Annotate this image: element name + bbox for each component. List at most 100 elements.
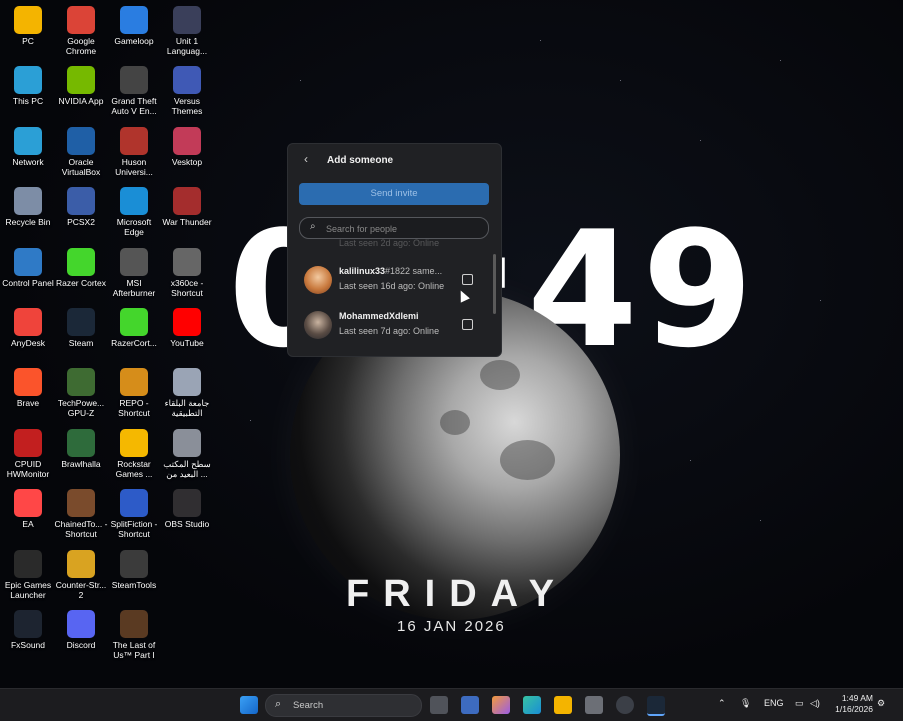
app-icon <box>67 549 95 578</box>
notification-icon[interactable]: ⚙ <box>877 698 885 709</box>
app-icon <box>173 308 201 336</box>
desktop-icon[interactable]: AnyDesk <box>0 308 56 348</box>
desktop-icon[interactable]: Microsoft Edge <box>106 187 162 237</box>
edge-icon[interactable] <box>523 696 541 714</box>
desktop-icon[interactable]: SteamTools <box>106 549 162 590</box>
desktop-icon[interactable]: FxSound <box>0 610 56 650</box>
user-status: Last seen 16d ago: Online <box>339 281 445 291</box>
app-icon <box>14 126 42 155</box>
file-explorer-icon[interactable] <box>554 696 572 714</box>
app-icon <box>67 126 95 155</box>
desktop-icon[interactable]: سطح المكتب البعيد من ... <box>159 428 215 479</box>
chevron-up-icon[interactable]: ⌃ <box>718 698 726 709</box>
desktop-icon[interactable]: Gameloop <box>106 6 162 46</box>
desktop-icon-label: AnyDesk <box>10 338 45 348</box>
back-arrow-icon[interactable]: ‹ <box>304 152 308 166</box>
app-icon <box>14 6 42 34</box>
steam-icon[interactable] <box>647 696 665 716</box>
app-icon <box>67 187 95 216</box>
desktop-icon[interactable]: This PC <box>0 66 56 106</box>
widgets-icon[interactable] <box>461 696 479 714</box>
desktop-icon[interactable]: War Thunder <box>159 187 215 227</box>
app-icon <box>67 368 95 397</box>
desktop-icon[interactable]: Control Panel <box>0 247 56 288</box>
desktop-icon[interactable]: Vesktop <box>159 126 215 167</box>
select-checkbox[interactable] <box>462 274 473 285</box>
desktop-icon[interactable]: PC <box>0 6 56 46</box>
desktop-icon[interactable]: Network <box>0 126 56 167</box>
desktop-icon[interactable]: Razer Cortex <box>53 247 109 288</box>
desktop-icon[interactable]: YouTube <box>159 308 215 348</box>
desktop-icon[interactable]: Brawlhalla <box>53 428 109 469</box>
desktop-icon[interactable]: PCSX2 <box>53 187 109 227</box>
list-item[interactable]: MohammedXdlemi Last seen 7d ago: Online <box>302 309 482 341</box>
scrollbar[interactable] <box>493 254 496 314</box>
desktop-icon[interactable]: OBS Studio <box>159 489 215 529</box>
desktop-icon-label: TechPowe... GPU-Z <box>57 398 105 419</box>
volume-icon[interactable]: ◁) <box>810 698 820 709</box>
desktop-icon[interactable]: Rockstar Games ... <box>106 428 162 479</box>
desktop-icon[interactable]: Grand Theft Auto V En... <box>106 66 162 116</box>
desktop-icon[interactable]: Versus Themes <box>159 66 215 116</box>
app-icon <box>173 6 201 34</box>
desktop-icon[interactable]: CPUID HWMonitor <box>0 428 56 479</box>
desktop-icon[interactable]: ChainedTo... - Shortcut <box>53 489 109 539</box>
app-icon <box>14 66 42 95</box>
desktop-icon-label: سطح المكتب البعيد من ... <box>163 458 211 479</box>
desktop-icon[interactable]: SplitFiction - Shortcut <box>106 489 162 539</box>
desktop-icon[interactable]: EA <box>0 489 56 529</box>
desktop-icon[interactable]: REPO - Shortcut <box>106 368 162 418</box>
wallpaper-date: 16 JAN 2026 <box>397 618 506 635</box>
taskbar-clock[interactable]: 1:49 AM 1/16/2026 <box>835 693 873 715</box>
list-item-partial[interactable]: Last seen 2d ago: Online <box>302 234 482 266</box>
desktop-icon-label: Brave <box>16 398 40 409</box>
desktop-icon[interactable]: Google Chrome <box>53 6 109 56</box>
desktop-icon[interactable]: Epic Games Launcher <box>0 549 56 600</box>
send-invite-button[interactable]: Send invite <box>299 183 489 205</box>
desktop-icon[interactable]: Huson Universi... <box>106 126 162 177</box>
app-icon <box>173 368 201 397</box>
network-icon[interactable]: ▭ <box>795 698 804 709</box>
desktop-icon-label: RazerCort... <box>111 338 157 348</box>
app-icon <box>120 247 148 276</box>
select-checkbox[interactable] <box>462 319 473 330</box>
desktop-icon-label: SteamTools <box>111 579 157 590</box>
microphone-icon[interactable]: 🎙 <box>740 698 751 709</box>
desktop-icon[interactable]: Oracle VirtualBox <box>53 126 109 177</box>
desktop-icon[interactable]: NVIDIA App <box>53 66 109 106</box>
app-icon <box>67 6 95 34</box>
app-icon <box>120 549 148 578</box>
app-icon <box>173 187 201 216</box>
desktop-icon[interactable]: Counter-Str... 2 <box>53 549 109 600</box>
search-icon: ⌕ <box>275 698 282 710</box>
app-icon <box>120 489 148 518</box>
desktop-icon[interactable]: TechPowe... GPU-Z <box>53 368 109 418</box>
copilot-icon[interactable] <box>492 696 510 714</box>
list-item[interactable]: kalilinux33#1822 same... Last seen 16d a… <box>302 264 482 296</box>
start-button[interactable] <box>240 696 258 714</box>
desktop-icon-label: OBS Studio <box>164 519 210 530</box>
desktop-icon[interactable]: The Last of Us™ Part I <box>106 610 162 660</box>
app-icon <box>67 428 95 457</box>
desktop-icon[interactable]: Steam <box>53 308 109 348</box>
desktop-icon-label: Microsoft Edge <box>116 217 152 238</box>
taskbar-search[interactable]: ⌕ Search <box>265 694 422 717</box>
app-icon <box>173 126 201 155</box>
app-icon <box>120 610 148 638</box>
steam-notification-icon[interactable] <box>616 696 634 714</box>
language-indicator[interactable]: ENG <box>764 698 784 708</box>
task-view-icon[interactable] <box>430 696 448 714</box>
desktop-icon-label: Control Panel <box>2 277 54 288</box>
desktop-icon-label: SplitFiction - Shortcut <box>110 519 158 540</box>
desktop-icon[interactable]: x360ce - Shortcut <box>159 247 215 298</box>
desktop-icon[interactable]: Unit 1 Languag... <box>159 6 215 56</box>
desktop-icon[interactable]: جامعة البلقاء التطبيقية <box>159 368 215 418</box>
desktop-icon[interactable]: MSI Afterburner <box>106 247 162 298</box>
desktop-icon[interactable]: Recycle Bin <box>0 187 56 227</box>
app-icon[interactable] <box>585 696 603 714</box>
app-icon <box>67 308 95 336</box>
desktop-icon[interactable]: Discord <box>53 610 109 650</box>
desktop-icon[interactable]: RazerCort... <box>106 308 162 348</box>
user-status: Last seen 7d ago: Online <box>339 326 440 336</box>
desktop-icon[interactable]: Brave <box>0 368 56 408</box>
